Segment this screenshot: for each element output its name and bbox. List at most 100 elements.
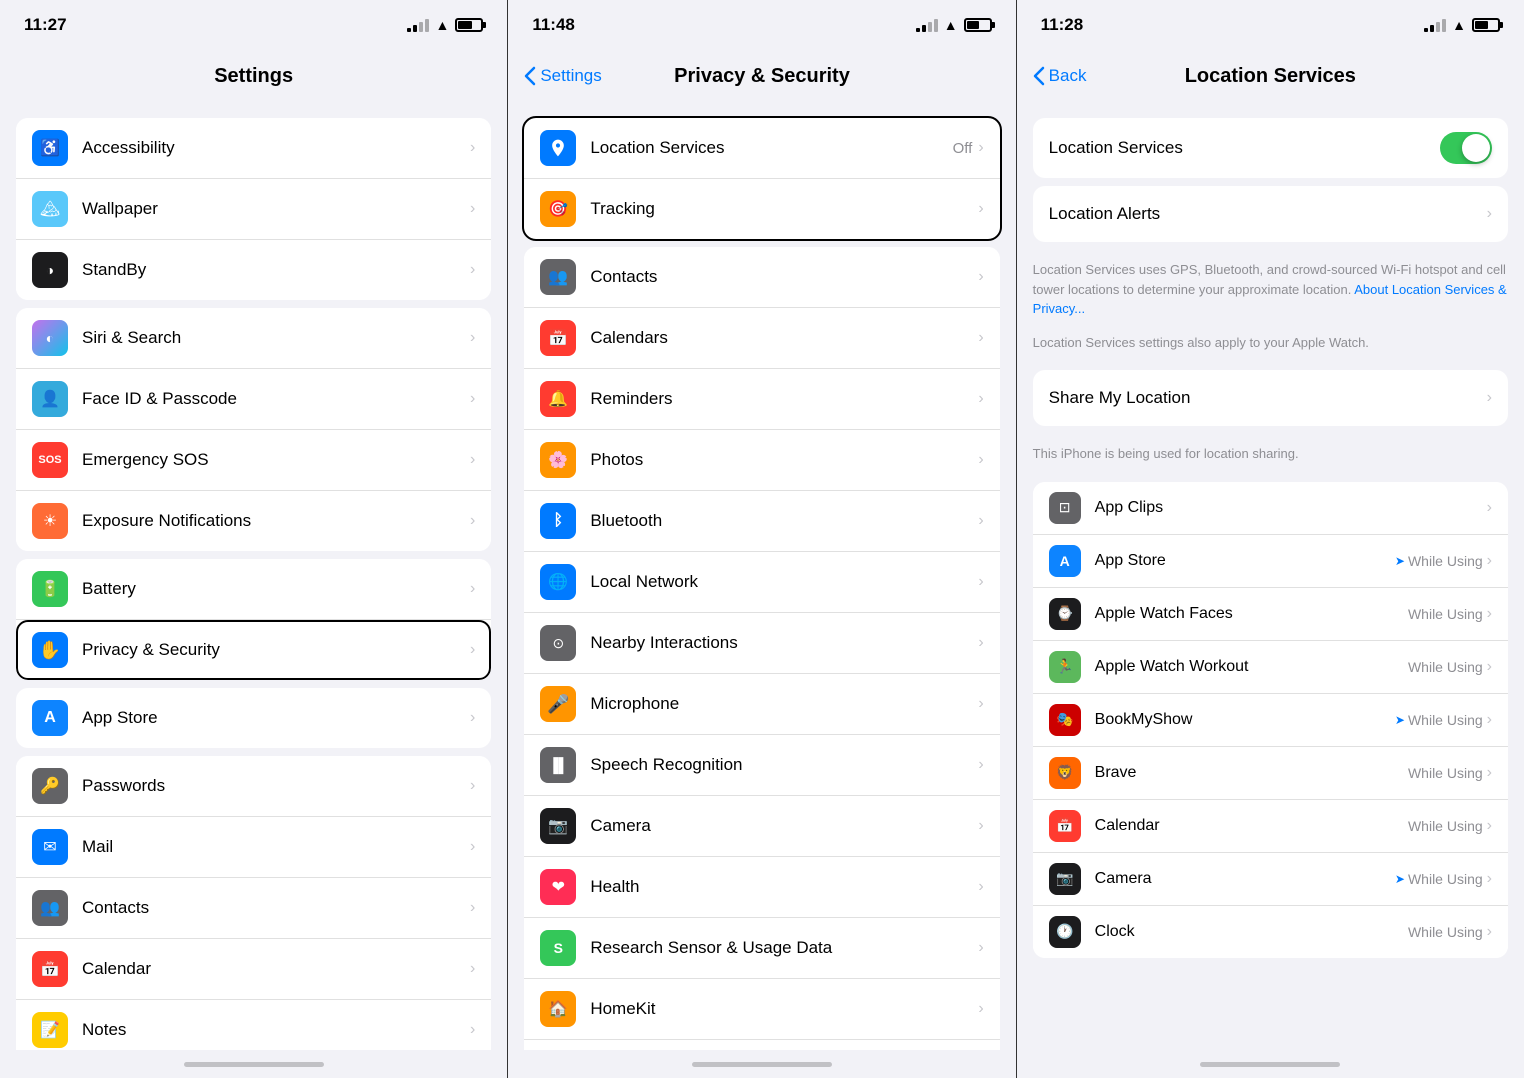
location-scroll[interactable]: Location Services Location Alerts › Loca…	[1017, 102, 1524, 1050]
emergency-sos-row[interactable]: SOS Emergency SOS ›	[16, 430, 491, 491]
brave-row[interactable]: 🦁 Brave While Using ›	[1033, 747, 1508, 800]
battery-icon-1	[455, 18, 483, 32]
photos-icon: 🌸	[540, 442, 576, 478]
exposure-icon: ☀	[32, 503, 68, 539]
wallpaper-label: Wallpaper	[82, 199, 470, 219]
photos-row[interactable]: 🌸 Photos ›	[524, 430, 999, 491]
location-toggle-group: Location Services	[1033, 118, 1508, 178]
contacts-icon-row: 👥	[32, 890, 68, 926]
microphone-row[interactable]: 🎤 Microphone ›	[524, 674, 999, 735]
tracking-icon: 🎯	[540, 191, 576, 227]
standby-row[interactable]: ◑ StandBy ›	[16, 240, 491, 300]
location-toggle-row[interactable]: Location Services	[1033, 118, 1508, 178]
share-location-row[interactable]: Share My Location ›	[1033, 370, 1508, 426]
health-row[interactable]: ❤ Health ›	[524, 857, 999, 918]
notes-row[interactable]: 📝 Notes ›	[16, 1000, 491, 1050]
media-row[interactable]: ♪ Media & Apple Music ›	[524, 1040, 999, 1050]
research-row[interactable]: S Research Sensor & Usage Data ›	[524, 918, 999, 979]
location-services-icon	[540, 130, 576, 166]
privacy-scroll[interactable]: Location Services Off › 🎯 Tracking › 👥 C…	[508, 102, 1015, 1050]
local-network-icon: 🌐	[540, 564, 576, 600]
siri-row[interactable]: ◐ Siri & Search ›	[16, 308, 491, 369]
page-title-2: Privacy & Security	[674, 65, 850, 88]
location-services-group: Location Services Off › 🎯 Tracking ›	[524, 118, 999, 239]
local-network-label: Local Network	[590, 572, 978, 592]
contacts-perm-row[interactable]: 👥 Contacts ›	[524, 247, 999, 308]
status-bar-3: 11:28 ▲	[1017, 0, 1524, 50]
speech-row[interactable]: ▐▌ Speech Recognition ›	[524, 735, 999, 796]
calendar-icon-row: 📅	[32, 951, 68, 987]
back-label-2: Settings	[540, 66, 601, 86]
nearby-row[interactable]: ⊙ Nearby Interactions ›	[524, 613, 999, 674]
calendar-row[interactable]: 📅 Calendar ›	[16, 939, 491, 1000]
status-icons-1: ▲	[407, 17, 483, 33]
homekit-row[interactable]: 🏠 HomeKit ›	[524, 979, 999, 1040]
faceid-row[interactable]: 👤 Face ID & Passcode ›	[16, 369, 491, 430]
clock-permission: While Using	[1408, 924, 1483, 940]
passwords-row[interactable]: 🔑 Passwords ›	[16, 756, 491, 817]
privacy-icon: ✋	[32, 632, 68, 668]
settings-scroll-1[interactable]: ♿ Accessibility › 🏔 Wallpaper › ◑ StandB…	[0, 102, 507, 1050]
bluetooth-row[interactable]: ᛒ Bluetooth ›	[524, 491, 999, 552]
bookmyshow-row[interactable]: 🎭 BookMyShow ➤ While Using ›	[1033, 694, 1508, 747]
calendar-loc-permission: While Using	[1408, 818, 1483, 834]
time-1: 11:27	[24, 15, 67, 35]
exposure-row[interactable]: ☀ Exposure Notifications ›	[16, 491, 491, 551]
back-button-2[interactable]: Settings	[524, 66, 601, 86]
calendars-label: Calendars	[590, 328, 978, 348]
wifi-icon: ▲	[435, 17, 449, 33]
privacy-security-row[interactable]: ✋ Privacy & Security ›	[16, 620, 491, 680]
reminders-row[interactable]: 🔔 Reminders ›	[524, 369, 999, 430]
page-title-3: Location Services	[1185, 65, 1356, 88]
accessibility-row[interactable]: ♿ Accessibility ›	[16, 118, 491, 179]
wallpaper-row[interactable]: 🏔 Wallpaper ›	[16, 179, 491, 240]
clock-name: Clock	[1095, 923, 1408, 941]
watch-faces-row[interactable]: ⌚ Apple Watch Faces While Using ›	[1033, 588, 1508, 641]
back-label-3: Back	[1049, 66, 1087, 86]
settings-group-2: ◐ Siri & Search › 👤 Face ID & Passcode ›…	[16, 308, 491, 551]
nav-bar-1: Settings	[0, 50, 507, 102]
camera-loc-row[interactable]: 📷 Camera ➤ While Using ›	[1033, 853, 1508, 906]
mail-row[interactable]: ✉ Mail ›	[16, 817, 491, 878]
bookmyshow-icon: 🎭	[1049, 704, 1081, 736]
back-chevron-icon	[524, 66, 536, 86]
signal-icon-2	[916, 19, 938, 32]
app-store-loc-icon: A	[1049, 545, 1081, 577]
app-clips-row[interactable]: ⊡ App Clips ›	[1033, 482, 1508, 535]
settings-group-3: 🔋 Battery › ✋ Privacy & Security ›	[16, 559, 491, 680]
camera-perm-row[interactable]: 📷 Camera ›	[524, 796, 999, 857]
mail-label: Mail	[82, 837, 470, 857]
watch-faces-name: Apple Watch Faces	[1095, 605, 1408, 623]
back-button-3[interactable]: Back	[1033, 66, 1087, 86]
standby-icon: ◑	[32, 252, 68, 288]
standby-label: StandBy	[82, 260, 470, 280]
location-services-row[interactable]: Location Services Off ›	[524, 118, 999, 179]
calendar-loc-row[interactable]: 📅 Calendar While Using ›	[1033, 800, 1508, 853]
brave-icon: 🦁	[1049, 757, 1081, 789]
sos-icon: SOS	[32, 442, 68, 478]
tracking-row[interactable]: 🎯 Tracking ›	[524, 179, 999, 239]
location-alerts-label: Location Alerts	[1049, 204, 1487, 224]
siri-icon: ◐	[32, 320, 68, 356]
watch-workout-row[interactable]: 🏃 Apple Watch Workout While Using ›	[1033, 641, 1508, 694]
contacts-row[interactable]: 👥 Contacts ›	[16, 878, 491, 939]
local-network-row[interactable]: 🌐 Local Network ›	[524, 552, 999, 613]
share-location-group: Share My Location ›	[1033, 370, 1508, 426]
apps-location-group: ⊡ App Clips › A App Store ➤ While Using …	[1033, 482, 1508, 958]
battery-row[interactable]: 🔋 Battery ›	[16, 559, 491, 620]
bookmyshow-permission: ➤ While Using	[1395, 712, 1483, 728]
watch-workout-permission: While Using	[1408, 659, 1483, 675]
bluetooth-icon: ᛒ	[540, 503, 576, 539]
location-toggle[interactable]	[1440, 132, 1492, 164]
exposure-label: Exposure Notifications	[82, 511, 470, 531]
clock-row[interactable]: 🕐 Clock While Using ›	[1033, 906, 1508, 958]
appstore-row[interactable]: A App Store ›	[16, 688, 491, 748]
home-indicator-2	[508, 1050, 1015, 1078]
app-store-permission: ➤ While Using	[1395, 553, 1483, 569]
app-store-loc-row[interactable]: A App Store ➤ While Using ›	[1033, 535, 1508, 588]
calendars-row[interactable]: 📅 Calendars ›	[524, 308, 999, 369]
location-alerts-row[interactable]: Location Alerts ›	[1033, 186, 1508, 242]
watch-workout-name: Apple Watch Workout	[1095, 658, 1408, 676]
faceid-label: Face ID & Passcode	[82, 389, 470, 409]
location-alerts-group: Location Alerts ›	[1033, 186, 1508, 242]
